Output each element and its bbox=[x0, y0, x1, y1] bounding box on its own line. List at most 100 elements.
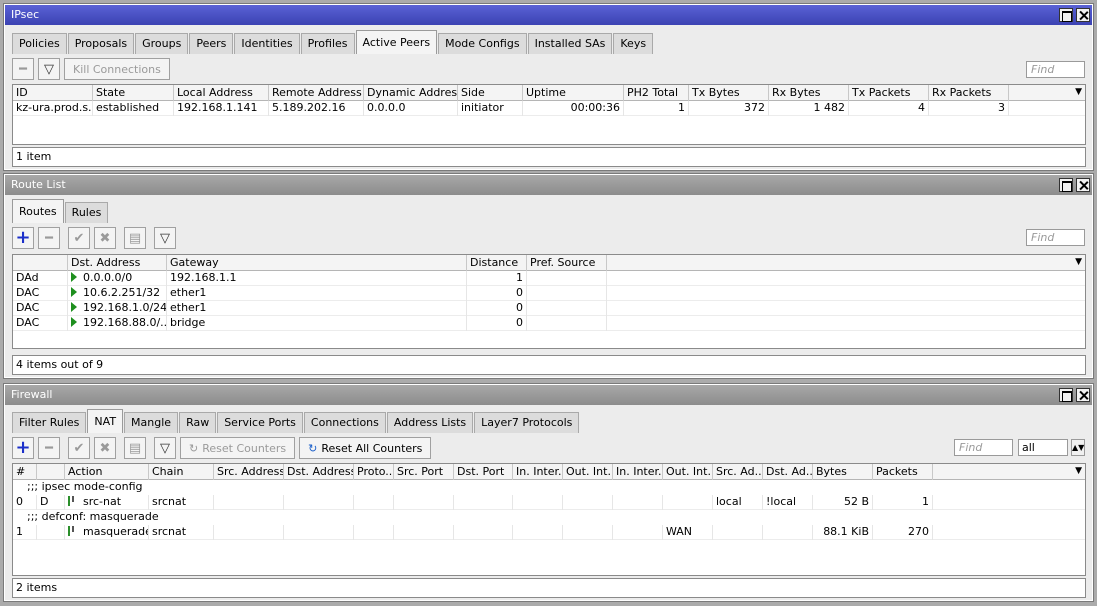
tab-keys[interactable]: Keys bbox=[613, 33, 654, 54]
find-input[interactable]: Find bbox=[1026, 61, 1085, 78]
disable-button[interactable]: ✖ bbox=[94, 437, 116, 459]
tab-mode-configs[interactable]: Mode Configs bbox=[438, 33, 527, 54]
col-src-address[interactable]: Src. Address bbox=[214, 464, 284, 480]
filter-button[interactable]: ▽ bbox=[154, 437, 176, 459]
enable-button[interactable]: ✔ bbox=[68, 437, 90, 459]
col-gateway[interactable]: Gateway bbox=[167, 255, 467, 271]
maximize-icon[interactable] bbox=[1059, 8, 1073, 22]
add-button[interactable]: + bbox=[12, 227, 34, 249]
col-src-port[interactable]: Src. Port bbox=[394, 464, 454, 480]
table-row[interactable]: DAC 192.168.88.0/... bridge 0 bbox=[13, 316, 1085, 331]
col-action[interactable]: Action bbox=[65, 464, 149, 480]
col-packets[interactable]: Packets bbox=[873, 464, 933, 480]
disable-button[interactable]: ✖ bbox=[94, 227, 116, 249]
route-list-titlebar[interactable]: Route List bbox=[5, 175, 1092, 195]
close-icon[interactable] bbox=[1076, 178, 1090, 192]
tab-policies[interactable]: Policies bbox=[12, 33, 67, 54]
col-dst-address-list[interactable]: Dst. Ad... bbox=[763, 464, 813, 480]
cell-id: kz-ura.prod.s... bbox=[13, 101, 93, 116]
col-tx-bytes[interactable]: Tx Bytes bbox=[689, 85, 769, 101]
maximize-icon[interactable] bbox=[1059, 178, 1073, 192]
remove-button[interactable]: ━ bbox=[38, 227, 60, 249]
tab-peers[interactable]: Peers bbox=[189, 33, 234, 54]
tab-filter-rules[interactable]: Filter Rules bbox=[12, 412, 87, 433]
table-row[interactable]: DAC 192.168.1.0/24 ether1 0 bbox=[13, 301, 1085, 316]
col-protocol[interactable]: Proto... bbox=[354, 464, 394, 480]
col-rx-bytes[interactable]: Rx Bytes bbox=[769, 85, 849, 101]
maximize-icon[interactable] bbox=[1059, 388, 1073, 402]
tab-profiles[interactable]: Profiles bbox=[300, 33, 355, 54]
comment-row[interactable]: ;;; defconf: masquerade bbox=[13, 510, 1085, 525]
table-row[interactable]: DAd 0.0.0.0/0 192.168.1.1 1 bbox=[13, 271, 1085, 286]
close-icon[interactable] bbox=[1076, 8, 1090, 22]
tab-routes[interactable]: Routes bbox=[12, 199, 64, 223]
remove-button[interactable]: ━ bbox=[12, 58, 34, 80]
col-dst-address[interactable]: Dst. Address bbox=[284, 464, 354, 480]
tab-groups[interactable]: Groups bbox=[135, 33, 189, 54]
tab-mangle[interactable]: Mangle bbox=[124, 412, 179, 433]
col-in-interface[interactable]: In. Inter... bbox=[513, 464, 563, 480]
comment-icon: ▤ bbox=[128, 230, 142, 246]
enable-button[interactable]: ✔ bbox=[68, 227, 90, 249]
col-flags[interactable] bbox=[13, 255, 68, 271]
col-ph2-total[interactable]: PH2 Total bbox=[624, 85, 689, 101]
col-rx-packets[interactable]: Rx Packets bbox=[929, 85, 1009, 101]
col-tx-packets[interactable]: Tx Packets bbox=[849, 85, 929, 101]
table-row[interactable]: kz-ura.prod.s... established 192.168.1.1… bbox=[13, 101, 1085, 116]
comment-button[interactable]: ▤ bbox=[124, 227, 146, 249]
table-row[interactable]: DAC 10.6.2.251/32 ether1 0 bbox=[13, 286, 1085, 301]
close-icon[interactable] bbox=[1076, 388, 1090, 402]
columns-menu-icon[interactable]: ▼ bbox=[1075, 464, 1082, 479]
col-dst-port[interactable]: Dst. Port bbox=[454, 464, 513, 480]
col-uptime[interactable]: Uptime bbox=[523, 85, 624, 101]
columns-menu-icon[interactable]: ▼ bbox=[1075, 255, 1082, 270]
tab-layer7-protocols[interactable]: Layer7 Protocols bbox=[474, 412, 580, 433]
tab-proposals[interactable]: Proposals bbox=[67, 33, 135, 54]
col-chain[interactable]: Chain bbox=[149, 464, 214, 480]
col-number[interactable]: # bbox=[13, 464, 37, 480]
remove-button[interactable]: ━ bbox=[38, 437, 60, 459]
ipsec-titlebar[interactable]: IPsec bbox=[5, 5, 1092, 25]
col-local-address[interactable]: Local Address bbox=[174, 85, 269, 101]
filter-button[interactable]: ▽ bbox=[154, 227, 176, 249]
col-dynamic-address[interactable]: Dynamic Address bbox=[364, 85, 458, 101]
col-pref-source[interactable]: Pref. Source bbox=[527, 255, 607, 271]
select-arrow-icon[interactable]: ▲▼ bbox=[1071, 439, 1085, 456]
col-out-interface[interactable]: Out. Int... bbox=[563, 464, 613, 480]
tab-nat[interactable]: NAT bbox=[87, 409, 124, 433]
table-row[interactable]: 0 D src-nat srcnat local !local 52 B 1 bbox=[13, 495, 1085, 510]
col-id[interactable]: ID bbox=[13, 85, 93, 101]
comment-button[interactable]: ▤ bbox=[124, 437, 146, 459]
col-side[interactable]: Side bbox=[458, 85, 523, 101]
tab-identities[interactable]: Identities bbox=[234, 33, 300, 54]
columns-menu-icon[interactable]: ▼ bbox=[1075, 85, 1082, 100]
col-dst-address[interactable]: Dst. Address bbox=[68, 255, 167, 271]
tab-address-lists[interactable]: Address Lists bbox=[386, 412, 474, 433]
comment-row[interactable]: ;;; ipsec mode-config bbox=[13, 480, 1085, 495]
reset-all-counters-button[interactable]: ↻ Reset All Counters bbox=[299, 437, 432, 459]
col-distance[interactable]: Distance bbox=[467, 255, 527, 271]
filter-button[interactable]: ▽ bbox=[38, 58, 60, 80]
cell-src-address bbox=[214, 525, 284, 540]
tab-connections[interactable]: Connections bbox=[303, 412, 386, 433]
col-in-interface-list[interactable]: In. Inter... bbox=[613, 464, 663, 480]
col-src-address-list[interactable]: Src. Ad... bbox=[713, 464, 763, 480]
find-input[interactable]: Find bbox=[1026, 229, 1085, 246]
col-state[interactable]: State bbox=[93, 85, 174, 101]
table-row[interactable]: 1 masquerade srcnat WAN 88.1 KiB 270 bbox=[13, 525, 1085, 540]
col-flags[interactable] bbox=[37, 464, 65, 480]
tab-service-ports[interactable]: Service Ports bbox=[217, 412, 303, 433]
col-out-interface-list[interactable]: Out. Int... bbox=[663, 464, 713, 480]
tab-raw[interactable]: Raw bbox=[179, 412, 217, 433]
reset-counters-button[interactable]: ↻ Reset Counters bbox=[180, 437, 296, 459]
kill-connections-button[interactable]: Kill Connections bbox=[64, 58, 170, 80]
col-bytes[interactable]: Bytes bbox=[813, 464, 873, 480]
add-button[interactable]: + bbox=[12, 437, 34, 459]
tab-active-peers[interactable]: Active Peers bbox=[355, 30, 438, 54]
tab-rules[interactable]: Rules bbox=[64, 202, 109, 223]
filter-select[interactable]: all bbox=[1018, 439, 1068, 456]
firewall-titlebar[interactable]: Firewall bbox=[5, 385, 1092, 405]
tab-installed-sas[interactable]: Installed SAs bbox=[527, 33, 613, 54]
col-remote-address[interactable]: Remote Address bbox=[269, 85, 364, 101]
find-input[interactable]: Find bbox=[954, 439, 1013, 456]
